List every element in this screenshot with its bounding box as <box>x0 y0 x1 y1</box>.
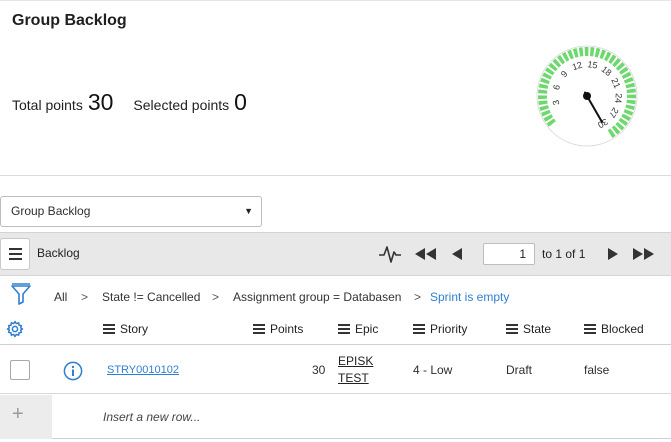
insert-row-gutter: + <box>0 395 52 439</box>
page-range-text: to 1 of 1 <box>542 247 586 261</box>
filter-funnel-icon[interactable] <box>11 283 31 305</box>
breadcrumb-sprint-filter[interactable]: Sprint is empty <box>430 290 509 304</box>
selected-points-value: 0 <box>234 89 247 115</box>
list-header-bar: Backlog 1 to 1 of 1 <box>0 232 671 276</box>
epic-link[interactable]: EPISK TEST <box>338 353 373 387</box>
gauge-hub <box>583 92 591 100</box>
page-number-input[interactable]: 1 <box>483 243 535 265</box>
plus-icon: + <box>12 403 24 425</box>
column-menu-icon <box>584 323 596 335</box>
gauge-segment <box>584 47 589 57</box>
last-page-button[interactable] <box>632 245 656 263</box>
group-select-value: Group Backlog <box>11 204 91 218</box>
breadcrumb-assignment-filter[interactable]: Assignment group = Databasen <box>233 290 401 304</box>
group-select[interactable]: Group Backlog ▼ <box>0 196 262 227</box>
info-icon[interactable] <box>63 361 83 381</box>
first-page-button[interactable] <box>414 245 438 263</box>
row-select-checkbox[interactable] <box>10 360 30 380</box>
breadcrumb-separator: > <box>81 290 89 304</box>
gauge-tick-label: 15 <box>587 59 599 71</box>
next-page-button[interactable] <box>606 245 620 263</box>
column-menu-icon <box>253 323 265 335</box>
breadcrumb-all[interactable]: All <box>54 290 67 304</box>
blocked-cell: false <box>584 363 610 377</box>
breadcrumb-state-filter[interactable]: State != Cancelled <box>102 290 200 304</box>
column-header-story[interactable]: Story <box>103 322 148 336</box>
summary-card: Group Backlog Total points 30 Selected p… <box>0 0 671 176</box>
insert-row-placeholder: Insert a new row... <box>103 410 201 424</box>
column-header-blocked[interactable]: Blocked <box>584 322 644 336</box>
activity-pulse-icon[interactable] <box>378 243 402 265</box>
gauge-segment <box>538 95 548 100</box>
column-header-state[interactable]: State <box>506 322 551 336</box>
right-arrow-icon <box>608 248 618 260</box>
column-header-epic[interactable]: Epic <box>338 322 378 336</box>
column-menu-icon <box>506 323 518 335</box>
card-title: Group Backlog <box>12 12 127 29</box>
previous-page-button[interactable] <box>450 245 464 263</box>
double-left-arrow-icon <box>415 248 436 260</box>
breadcrumb-separator: > <box>414 290 422 304</box>
insert-row[interactable]: + Insert a new row... <box>0 395 671 439</box>
gauge-tick-label: 24 <box>613 93 624 104</box>
points-cell: 30 <box>312 363 326 377</box>
column-header-points[interactable]: Points <box>253 322 303 336</box>
column-menu-icon <box>338 323 350 335</box>
caret-down-icon: ▼ <box>244 206 253 216</box>
double-right-arrow-icon <box>633 248 654 260</box>
gear-icon[interactable] <box>6 320 24 338</box>
table-header-row: Story Points Epic Priority State Blocked <box>0 313 671 345</box>
priority-cell: 4 - Low <box>413 363 453 377</box>
hamburger-icon <box>8 248 22 250</box>
column-menu-icon <box>413 323 425 335</box>
state-cell: Draft <box>506 363 533 377</box>
table-row: STRY0010102 30 EPISK TEST 4 - Low Draft … <box>0 345 671 394</box>
breadcrumb: All > State != Cancelled > Assignment gr… <box>0 277 671 313</box>
column-menu-icon <box>103 323 115 335</box>
points-gauge: 36912 15 1821242730 <box>536 45 638 147</box>
selected-points-label: Selected points <box>133 97 230 113</box>
gauge-segment <box>626 94 636 99</box>
list-title: Backlog <box>37 246 80 260</box>
column-header-priority[interactable]: Priority <box>413 322 467 336</box>
selected-points-block: Selected points 0 <box>133 89 247 116</box>
total-points-value: 30 <box>87 89 114 115</box>
list-menu-button[interactable] <box>0 238 30 270</box>
story-number-link[interactable]: STRY0010102 <box>107 364 179 376</box>
left-arrow-icon <box>452 248 462 260</box>
total-points-label: Total points <box>12 97 83 113</box>
breadcrumb-separator: > <box>212 290 220 304</box>
points-row: Total points 30 Selected points 0 <box>12 89 247 116</box>
